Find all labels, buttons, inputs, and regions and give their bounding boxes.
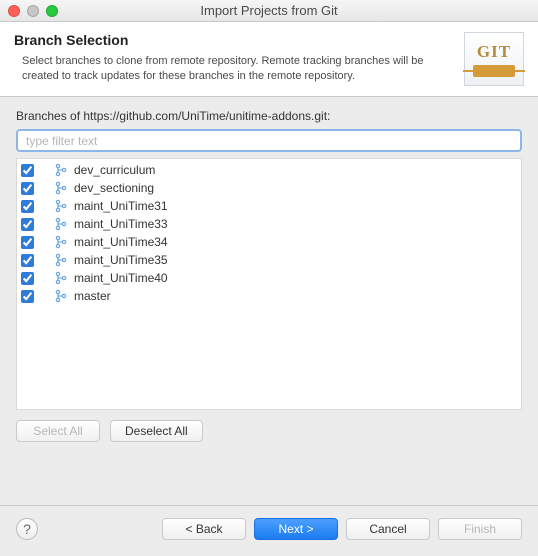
finish-button[interactable]: Finish <box>438 518 522 540</box>
branch-row[interactable]: master <box>17 287 521 305</box>
wizard-description: Select branches to clone from remote rep… <box>14 54 444 84</box>
window-titlebar: Import Projects from Git <box>0 0 538 22</box>
branch-checkbox[interactable] <box>21 290 34 303</box>
branch-icon <box>54 199 68 213</box>
git-logo-icon: GIT <box>464 32 524 86</box>
branch-icon <box>54 253 68 267</box>
next-button[interactable]: Next > <box>254 518 338 540</box>
branch-checkbox[interactable] <box>21 164 34 177</box>
branch-checkbox[interactable] <box>21 182 34 195</box>
window-title: Import Projects from Git <box>0 3 538 18</box>
branch-row[interactable]: maint_UniTime31 <box>17 197 521 215</box>
branch-checkbox[interactable] <box>21 218 34 231</box>
branch-name: maint_UniTime34 <box>74 235 168 249</box>
wizard-title: Branch Selection <box>14 32 464 48</box>
branch-checkbox[interactable] <box>21 236 34 249</box>
deselect-all-button[interactable]: Deselect All <box>110 420 203 442</box>
branch-name: maint_UniTime33 <box>74 217 168 231</box>
branch-checkbox[interactable] <box>21 272 34 285</box>
branch-icon <box>54 163 68 177</box>
branch-icon <box>54 217 68 231</box>
branch-row[interactable]: dev_sectioning <box>17 179 521 197</box>
filter-input[interactable] <box>16 129 522 152</box>
branch-icon <box>54 271 68 285</box>
branch-name: dev_curriculum <box>74 163 155 177</box>
branch-icon <box>54 289 68 303</box>
branch-name: dev_sectioning <box>74 181 154 195</box>
branch-list[interactable]: dev_curriculum dev_sectioning maint_UniTim… <box>16 158 522 410</box>
branch-row[interactable]: maint_UniTime40 <box>17 269 521 287</box>
wizard-header: Branch Selection Select branches to clon… <box>0 22 538 97</box>
back-button[interactable]: < Back <box>162 518 246 540</box>
branch-name: maint_UniTime35 <box>74 253 168 267</box>
branch-checkbox[interactable] <box>21 254 34 267</box>
cancel-button[interactable]: Cancel <box>346 518 430 540</box>
branches-label: Branches of https://github.com/UniTime/u… <box>16 109 522 123</box>
branch-row[interactable]: maint_UniTime33 <box>17 215 521 233</box>
branch-checkbox[interactable] <box>21 200 34 213</box>
branch-icon <box>54 181 68 195</box>
branch-row[interactable]: maint_UniTime34 <box>17 233 521 251</box>
help-button[interactable]: ? <box>16 518 38 540</box>
branch-name: maint_UniTime31 <box>74 199 168 213</box>
wizard-footer: ? < Back Next > Cancel Finish <box>0 505 538 556</box>
branch-icon <box>54 235 68 249</box>
branch-row[interactable]: maint_UniTime35 <box>17 251 521 269</box>
branch-row[interactable]: dev_curriculum <box>17 161 521 179</box>
branch-name: master <box>74 289 111 303</box>
branch-name: maint_UniTime40 <box>74 271 168 285</box>
select-all-button[interactable]: Select All <box>16 420 100 442</box>
